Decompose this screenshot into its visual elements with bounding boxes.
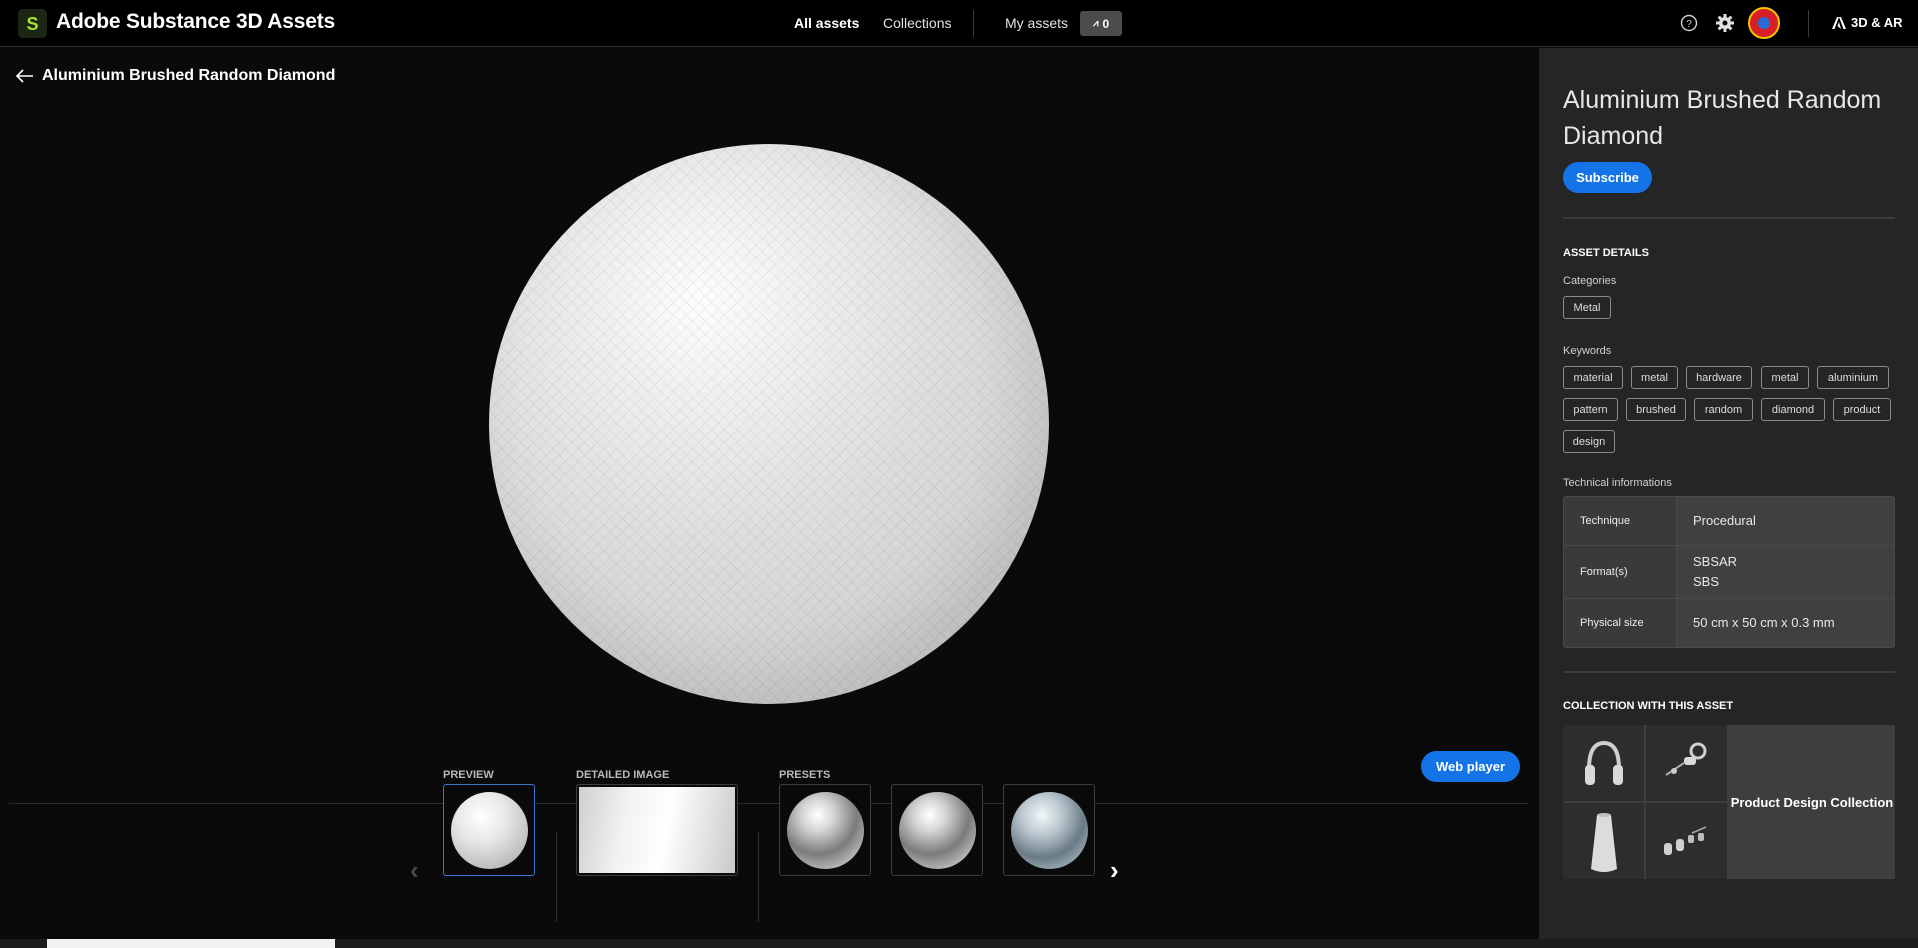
collection-thumb-speaker bbox=[1563, 803, 1644, 879]
nav-my-assets[interactable]: My assets bbox=[1005, 15, 1068, 31]
header-divider bbox=[1808, 10, 1809, 37]
keyword-tag[interactable]: hardware bbox=[1686, 366, 1752, 389]
nav-divider bbox=[973, 10, 974, 37]
back-arrow-icon bbox=[16, 69, 33, 83]
thumb-detailed-image[interactable] bbox=[576, 784, 738, 876]
keyword-tag[interactable]: diamond bbox=[1761, 398, 1825, 421]
collection-thumb-earbuds bbox=[1646, 725, 1727, 801]
asset-title: Aluminium Brushed Random Diamond bbox=[1563, 86, 1882, 150]
technique-text: Procedural bbox=[1693, 513, 1756, 528]
help-icon[interactable]: ? bbox=[1678, 12, 1700, 34]
back-link-title: Aluminium Brushed Random Diamond bbox=[42, 67, 336, 84]
keyword-tag[interactable]: brushed bbox=[1626, 398, 1686, 421]
os-taskbar-window[interactable] bbox=[47, 939, 335, 948]
keywords-heading: Keywords bbox=[1563, 345, 1612, 357]
asset-details-heading: ASSET DETAILS bbox=[1563, 247, 1649, 259]
collection-heading: COLLECTION WITH THIS ASSET bbox=[1563, 700, 1734, 712]
strip-divider bbox=[556, 832, 557, 922]
preset-1-image bbox=[786, 791, 864, 869]
keyword-tag[interactable]: aluminium bbox=[1817, 366, 1889, 389]
detailed-image bbox=[579, 787, 735, 873]
svg-text:S: S bbox=[26, 14, 38, 34]
physical-size-value: 50 cm x 50 cm x 0.3 mm bbox=[1677, 599, 1894, 647]
technical-info-table: Technique Procedural Format(s) SBSAR SBS… bbox=[1563, 496, 1895, 648]
thumb-preview-image bbox=[450, 791, 528, 869]
thumb-preset-3[interactable] bbox=[1003, 784, 1095, 876]
nav-all-assets[interactable]: All assets bbox=[794, 15, 859, 31]
table-row: Physical size 50 cm x 50 cm x 0.3 mm bbox=[1564, 599, 1894, 647]
keyword-tag[interactable]: metal bbox=[1761, 366, 1809, 389]
subscribe-button[interactable]: Subscribe bbox=[1563, 162, 1652, 193]
material-preview-sphere[interactable] bbox=[489, 144, 1049, 704]
app-title[interactable]: Adobe Substance 3D Assets bbox=[56, 10, 335, 34]
strip-divider bbox=[758, 832, 759, 922]
category-tag[interactable]: Metal bbox=[1563, 296, 1611, 319]
technique-value: Procedural bbox=[1677, 497, 1894, 545]
keyword-tag[interactable]: pattern bbox=[1563, 398, 1618, 421]
nav-collections[interactable]: Collections bbox=[883, 15, 951, 31]
viewer-divider bbox=[9, 803, 1529, 804]
adobe-credit-icon: ⩘ bbox=[1092, 18, 1099, 29]
collection-thumb-headphones bbox=[1563, 725, 1644, 801]
gear-icon[interactable] bbox=[1714, 12, 1736, 34]
keyword-tag[interactable]: material bbox=[1563, 366, 1623, 389]
format-item: SBSAR bbox=[1693, 554, 1738, 569]
asset-details-panel: Aluminium Brushed Random Diamond Subscri… bbox=[1539, 48, 1918, 939]
preset-3-image bbox=[1010, 791, 1088, 869]
physical-size-text: 50 cm x 50 cm x 0.3 mm bbox=[1693, 615, 1835, 630]
thumb-preset-2[interactable] bbox=[891, 784, 983, 876]
technique-label: Technique bbox=[1564, 497, 1677, 545]
collection-card[interactable]: Product Design Collection bbox=[1563, 725, 1895, 879]
formats-value: SBSAR SBS bbox=[1677, 546, 1894, 598]
strip-next-arrow-icon[interactable]: › bbox=[1110, 857, 1119, 883]
table-row: Format(s) SBSAR SBS bbox=[1564, 546, 1894, 599]
web-player-button[interactable]: Web player bbox=[1421, 751, 1520, 782]
credits-count: 0 bbox=[1102, 16, 1110, 31]
adobe-logo-icon bbox=[1832, 16, 1846, 29]
preset-2-image bbox=[898, 791, 976, 869]
keyword-tag[interactable]: design bbox=[1563, 430, 1615, 453]
app-switcher-label: 3D & AR bbox=[1851, 15, 1903, 30]
svg-text:?: ? bbox=[1686, 19, 1692, 30]
presets-label: PRESETS bbox=[779, 769, 831, 781]
app-switcher[interactable]: 3D & AR bbox=[1832, 15, 1903, 30]
back-link[interactable]: Aluminium Brushed Random Diamond bbox=[16, 67, 335, 85]
credits-badge[interactable]: ⩘ 0 bbox=[1080, 11, 1122, 36]
substance-logo-icon[interactable]: S bbox=[18, 9, 47, 38]
thumb-preview[interactable] bbox=[443, 784, 535, 876]
physical-size-label: Physical size bbox=[1564, 599, 1677, 647]
collection-thumb-caps bbox=[1646, 803, 1727, 879]
preview-label: PREVIEW bbox=[443, 769, 494, 781]
strip-prev-arrow-icon[interactable]: ‹ bbox=[410, 857, 419, 883]
keyword-tag[interactable]: random bbox=[1694, 398, 1753, 421]
keyword-tag[interactable]: metal bbox=[1631, 366, 1678, 389]
technical-heading: Technical informations bbox=[1563, 477, 1672, 489]
user-avatar[interactable] bbox=[1748, 7, 1780, 39]
thumb-preset-1[interactable] bbox=[779, 784, 871, 876]
categories-heading: Categories bbox=[1563, 275, 1617, 287]
keyword-tag[interactable]: product bbox=[1833, 398, 1891, 421]
panel-divider bbox=[1563, 217, 1895, 219]
table-row: Technique Procedural bbox=[1564, 497, 1894, 546]
format-item: SBS bbox=[1693, 574, 1720, 589]
detailed-image-label: DETAILED IMAGE bbox=[576, 769, 670, 781]
formats-label: Format(s) bbox=[1564, 546, 1677, 598]
panel-divider bbox=[1563, 671, 1895, 673]
asset-viewer: Aluminium Brushed Random Diamond Web pla… bbox=[0, 48, 1539, 939]
collection-name: Product Design Collection bbox=[1730, 794, 1894, 810]
top-bar: S Adobe Substance 3D Assets All assets C… bbox=[0, 0, 1918, 47]
